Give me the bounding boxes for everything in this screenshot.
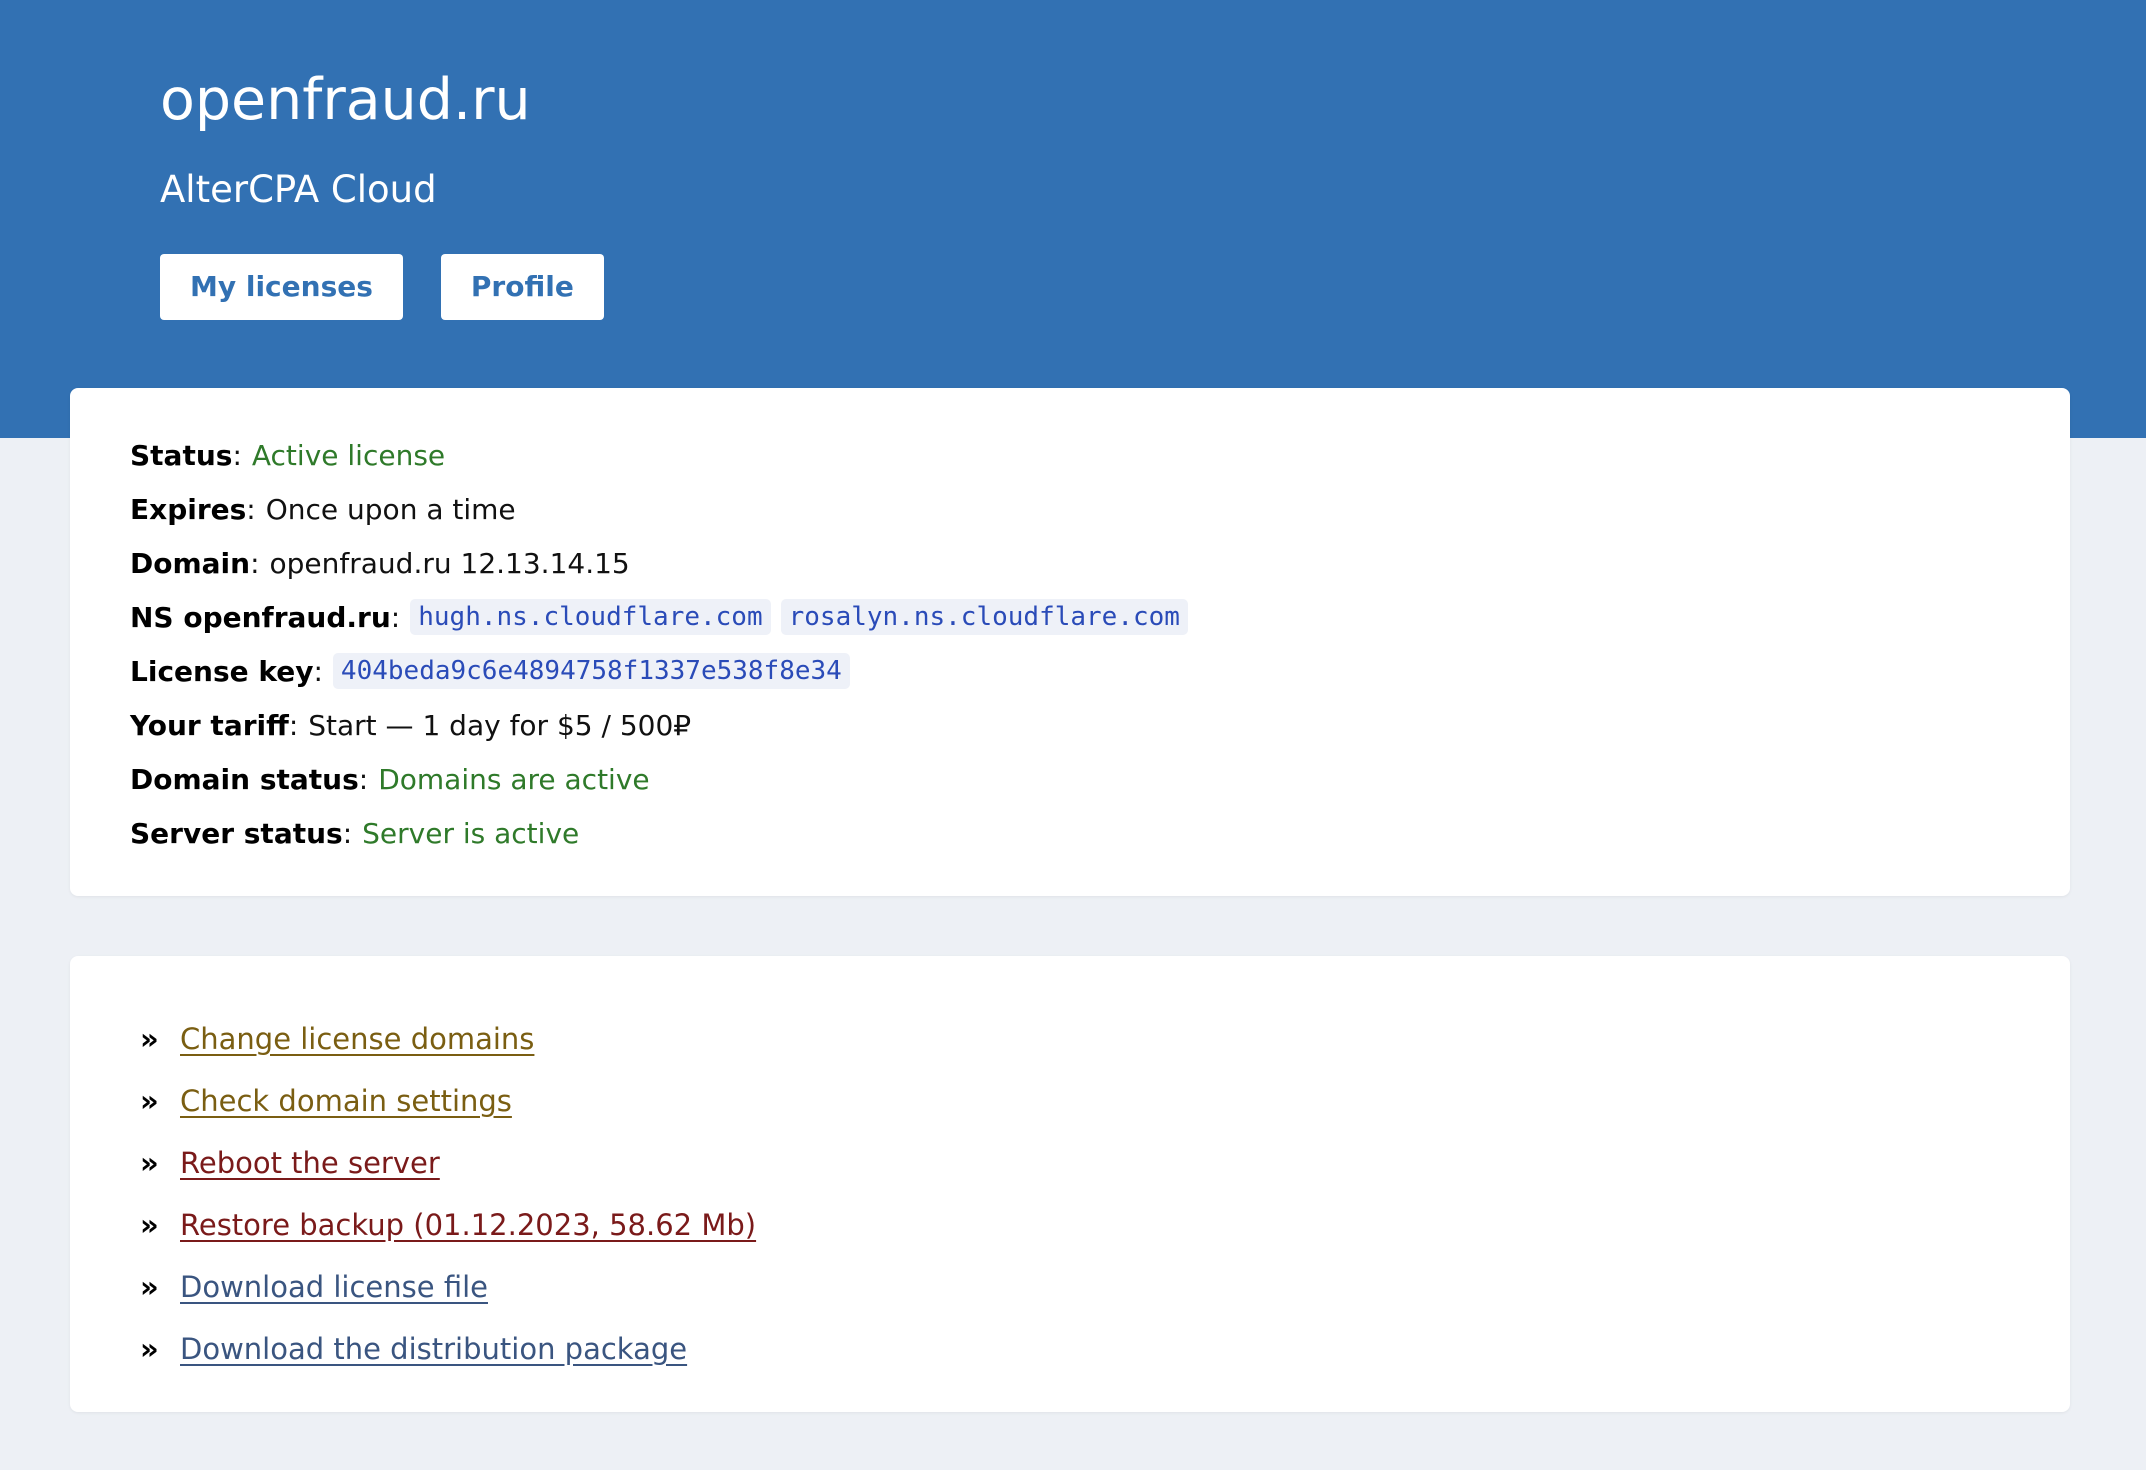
header-nav: My licenses Profile (160, 254, 604, 320)
domain-status-row: Domain status: Domains are active (130, 762, 650, 796)
ns-server-2: rosalyn.ns.cloudflare.com (780, 599, 1188, 635)
status-value: Active license (251, 438, 446, 472)
domain-row: Domain: openfraud.ru 12.13.14.15 (130, 546, 630, 580)
domain-status-value: Domains are active (378, 762, 650, 796)
server-status-value: Server is active (362, 816, 580, 850)
site-title: openfraud.ru (160, 67, 531, 133)
reboot-server-link[interactable]: Reboot the server (180, 1146, 440, 1180)
list-item: » Download license file (130, 1256, 2010, 1318)
download-distribution-link[interactable]: Download the distribution package (180, 1332, 687, 1366)
site-subtitle: AlterCPA Cloud (160, 168, 437, 211)
download-license-file-link[interactable]: Download license file (180, 1270, 488, 1304)
list-item: » Restore backup (01.12.2023, 58.62 Mb) (130, 1194, 2010, 1256)
bullet-icon: » (140, 1208, 159, 1242)
bullet-icon: » (140, 1146, 159, 1180)
tariff-value: Start — 1 day for $5 / 500₽ (308, 708, 692, 742)
bullet-icon: » (140, 1022, 159, 1056)
license-key-row: License key: 404beda9c6e4894758f1337e538… (130, 644, 2010, 698)
expires-value: Once upon a time (265, 492, 516, 526)
ns-server-1: hugh.ns.cloudflare.com (410, 599, 771, 635)
profile-button[interactable]: Profile (440, 254, 604, 320)
restore-backup-link[interactable]: Restore backup (01.12.2023, 58.62 Mb) (180, 1208, 756, 1242)
ns-row: NS openfraud.ru: hugh.ns.cloudflare.com … (130, 590, 2010, 644)
ns-label: NS openfraud.ru (130, 600, 391, 634)
expires-label: Expires (130, 492, 247, 526)
domain-value: openfraud.ru 12.13.14.15 (269, 546, 630, 580)
domain-status-label: Domain status (130, 762, 359, 796)
tariff-label: Your tariff (130, 708, 289, 742)
header-banner: openfraud.ru AlterCPA Cloud My licenses … (0, 0, 2146, 438)
license-key-value: 404beda9c6e4894758f1337e538f8e34 (332, 653, 850, 689)
server-status-row: Server status: Server is active (130, 816, 580, 850)
server-status-label: Server status (130, 816, 343, 850)
list-item: » Check domain settings (130, 1070, 2010, 1132)
tariff-row: Your tariff: Start — 1 day for $5 / 500₽ (130, 708, 692, 742)
expires-row: Expires: Once upon a time (130, 492, 516, 526)
list-item: » Reboot the server (130, 1132, 2010, 1194)
license-key-label: License key (130, 654, 314, 688)
list-item: » Change license domains (130, 1008, 2010, 1070)
bullet-icon: » (140, 1332, 159, 1366)
bullet-icon: » (140, 1270, 159, 1304)
status-row: Status: Active license (130, 438, 446, 472)
status-label: Status (130, 438, 233, 472)
check-domain-settings-link[interactable]: Check domain settings (180, 1084, 512, 1118)
actions-card: » Change license domains » Check domain … (70, 956, 2070, 1412)
actions-list: » Change license domains » Check domain … (130, 1008, 2010, 1380)
bullet-icon: » (140, 1084, 159, 1118)
license-info-card: Status: Active license Expires: Once upo… (70, 388, 2070, 896)
my-licenses-button[interactable]: My licenses (160, 254, 403, 320)
domain-label: Domain (130, 546, 251, 580)
change-license-domains-link[interactable]: Change license domains (180, 1022, 534, 1056)
list-item: » Download the distribution package (130, 1318, 2010, 1380)
